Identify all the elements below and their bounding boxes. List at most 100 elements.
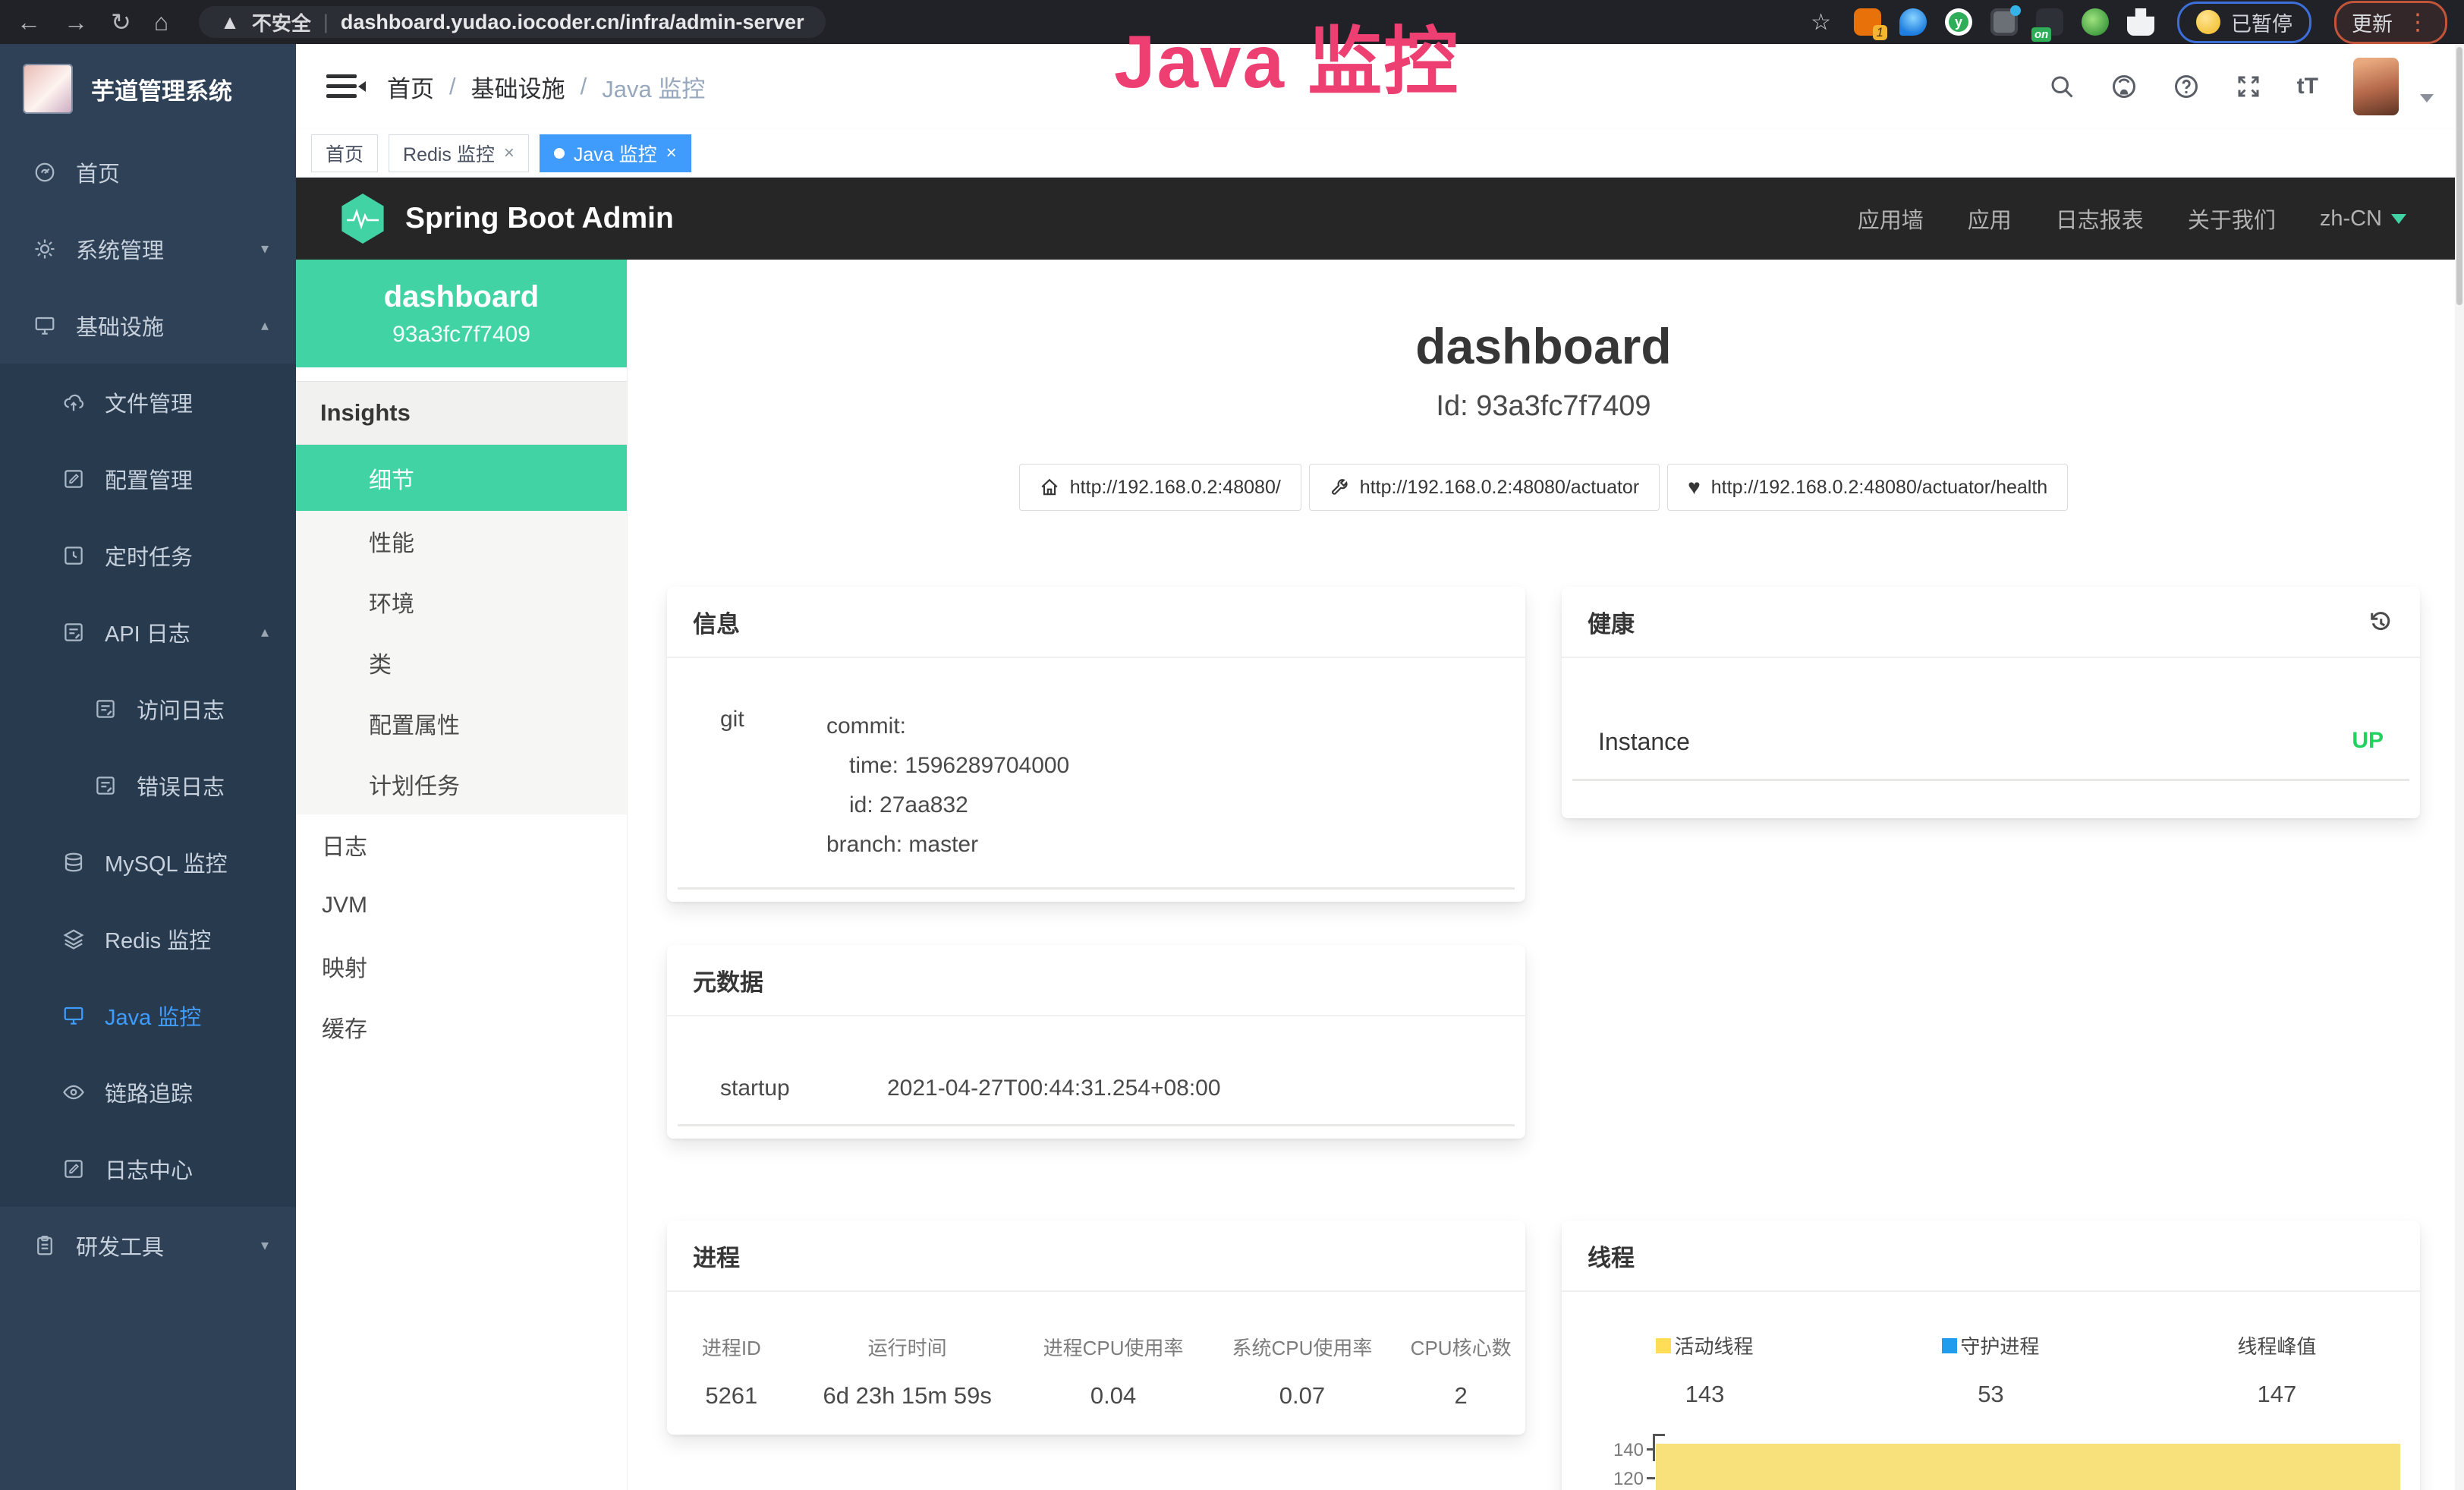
health-card-header: 健康: [1562, 587, 2420, 658]
extension-icon[interactable]: [2082, 8, 2109, 36]
home-icon: [1040, 477, 1059, 497]
sidebar-item-jobs[interactable]: 定时任务: [0, 517, 296, 594]
actuator-url-button[interactable]: http://192.168.0.2:48080/actuator: [1309, 464, 1660, 511]
sidebar-item-infra[interactable]: 基础设施 ▴: [0, 287, 296, 364]
chevron-down-icon: [2391, 214, 2406, 224]
home-icon[interactable]: ⌂: [154, 10, 168, 34]
github-icon[interactable]: [2110, 73, 2138, 100]
sba-nav-about[interactable]: 关于我们: [2188, 203, 2276, 235]
sidebar-item-config[interactable]: 配置管理: [0, 440, 296, 517]
app-logo[interactable]: 芋道管理系统: [0, 44, 296, 134]
extension-puzzle-icon[interactable]: [2127, 8, 2154, 36]
menu-item-configprops[interactable]: 配置属性: [296, 693, 627, 754]
root-group: 日志 JVM 映射 缓存: [296, 814, 627, 1057]
divider: |: [323, 11, 329, 34]
sidebar-item-redis[interactable]: Redis 监控: [0, 900, 296, 977]
avatar-caret-icon[interactable]: [2420, 94, 2434, 102]
sidebar-item-error-log[interactable]: 错误日志: [0, 747, 296, 824]
fullscreen-icon[interactable]: [2235, 73, 2262, 100]
y-axis-line: [1653, 1434, 1655, 1461]
sba-brand[interactable]: Spring Boot Admin: [405, 202, 674, 235]
status-badge: UP: [2352, 728, 2384, 756]
insights-group: 细节 性能 环境 类 配置属性 计划任务: [296, 445, 627, 814]
database-icon: [62, 851, 85, 874]
user-avatar[interactable]: [2353, 58, 2399, 115]
layers-icon: [62, 928, 85, 950]
menu-item-environment[interactable]: 环境: [296, 572, 627, 632]
sidebar-item-log-center[interactable]: 日志中心: [0, 1130, 296, 1207]
menu-item-details[interactable]: 细节: [296, 445, 627, 511]
instance-links: http://192.168.0.2:48080/ http://192.168…: [667, 464, 2420, 511]
reload-icon[interactable]: ↻: [111, 10, 131, 34]
sba-logo-icon[interactable]: [340, 194, 385, 244]
service-url-button[interactable]: http://192.168.0.2:48080/: [1019, 464, 1301, 511]
extension-icon[interactable]: on: [2036, 8, 2063, 36]
info-card: 信息 git commit: time: 1596289704000 id: 2…: [667, 587, 1525, 902]
process-table: 进程ID5261 运行时间6d 23h 15m 59s 进程CPU使用率0.04…: [667, 1292, 1525, 1410]
sba-nav-applications[interactable]: 应用: [1968, 203, 2012, 235]
tag-redis-monitor[interactable]: Redis 监控 ×: [389, 134, 529, 172]
menu-item-logging[interactable]: 日志: [296, 814, 627, 875]
sidebar-item-home[interactable]: 首页: [0, 134, 296, 210]
chevron-down-icon: ▾: [261, 1236, 269, 1255]
sidebar-item-tracing[interactable]: 链路追踪: [0, 1054, 296, 1130]
info-value: commit: time: 1596289704000 id: 27aa832 …: [826, 707, 1069, 865]
chrome-update-button[interactable]: 更新 ⋮: [2334, 1, 2447, 44]
update-label: 更新: [2352, 8, 2393, 37]
back-icon[interactable]: ←: [17, 10, 41, 34]
wrench-icon: [1330, 477, 1349, 497]
close-icon[interactable]: ×: [504, 143, 515, 164]
scrollbar[interactable]: [2455, 44, 2464, 1490]
threads-card-header: 线程: [1562, 1221, 2420, 1292]
sidebar-item-api-log[interactable]: API 日志 ▴: [0, 594, 296, 670]
bookmark-star-icon[interactable]: ☆: [1811, 9, 1831, 36]
forward-icon[interactable]: →: [64, 10, 88, 34]
breadcrumb-home[interactable]: 首页: [387, 70, 434, 104]
history-icon[interactable]: [2367, 608, 2394, 635]
health-card: 健康 Instance UP: [1562, 587, 2420, 818]
browser-menu-icon[interactable]: ⋮: [2406, 9, 2430, 36]
process-card-header: 进程: [667, 1221, 1525, 1292]
tag-java-monitor[interactable]: Java 监控 ×: [540, 134, 691, 172]
sidebar-item-mysql[interactable]: MySQL 监控: [0, 824, 296, 900]
sidebar-item-system[interactable]: 系统管理 ▾: [0, 210, 296, 287]
sidebar-item-java-monitor[interactable]: Java 监控: [0, 977, 296, 1054]
extension-grid-icon[interactable]: [1990, 8, 2018, 36]
profile-paused-badge[interactable]: 已暂停: [2177, 2, 2311, 43]
close-icon[interactable]: ×: [666, 143, 677, 164]
menu-item-jvm[interactable]: JVM: [296, 875, 627, 936]
metadata-key: startup: [690, 1076, 887, 1101]
health-instance-row[interactable]: Instance UP: [1562, 658, 2420, 756]
breadcrumb-infra[interactable]: 基础设施: [471, 70, 565, 104]
chevron-up-icon: ▴: [261, 622, 269, 641]
search-icon[interactable]: [2048, 73, 2075, 100]
extension-icon[interactable]: 1: [1854, 8, 1881, 36]
font-size-icon[interactable]: tT: [2297, 74, 2318, 99]
instance-header[interactable]: dashboard 93a3fc7f7409: [296, 260, 627, 367]
sba-nav-wallboard[interactable]: 应用墙: [1858, 203, 1924, 235]
extension-icon[interactable]: y: [1945, 8, 1972, 36]
row-divider: [678, 1124, 1515, 1126]
chevron-up-icon: ▴: [261, 316, 269, 335]
menu-item-mappings[interactable]: 映射: [296, 936, 627, 997]
sba-nav-journal[interactable]: 日志报表: [2056, 203, 2144, 235]
sidebar-item-files[interactable]: 文件管理: [0, 364, 296, 440]
sidebar-collapse-icon[interactable]: [326, 74, 357, 99]
sba-locale-select[interactable]: zh-CN: [2320, 206, 2406, 232]
note-icon: [62, 621, 85, 644]
menu-item-metrics[interactable]: 性能: [296, 511, 627, 572]
health-url-button[interactable]: ♥ http://192.168.0.2:48080/actuator/heal…: [1667, 464, 2068, 511]
menu-item-caches[interactable]: 缓存: [296, 997, 627, 1057]
sidebar-menu: 首页 系统管理 ▾ 基础设施 ▴ 文件管理 配置管理: [0, 134, 296, 1490]
scrollbar-thumb[interactable]: [2456, 47, 2462, 305]
sidebar-item-devtools[interactable]: 研发工具 ▾: [0, 1207, 296, 1284]
active-dot: [554, 148, 565, 159]
menu-item-scheduled-tasks[interactable]: 计划任务: [296, 754, 627, 814]
sidebar-item-access-log[interactable]: 访问日志: [0, 670, 296, 747]
address-bar[interactable]: ▲ 不安全 | dashboard.yudao.iocoder.cn/infra…: [199, 6, 825, 38]
extension-pin-icon[interactable]: [1899, 8, 1927, 36]
menu-item-classes[interactable]: 类: [296, 632, 627, 693]
row-divider: [1572, 779, 2409, 781]
tag-home[interactable]: 首页: [311, 134, 378, 172]
help-icon[interactable]: [2173, 73, 2200, 100]
